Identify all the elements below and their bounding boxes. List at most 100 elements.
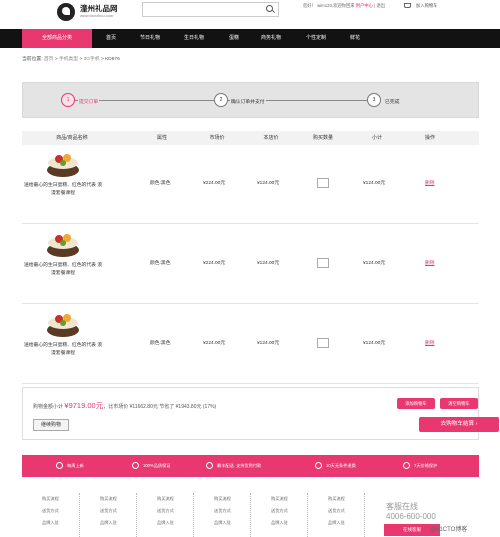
footer-link[interactable]: 送货方式 [157,505,193,517]
step-3-label: 已完成 [384,98,401,105]
cart-link[interactable]: 加入购物车 [404,3,437,9]
nav-item-home[interactable]: 首页 [100,29,122,48]
subtotal: ¥124.00元 [363,181,386,186]
col-attr: 属性 [156,135,167,141]
nav-item-birthday[interactable]: 生日礼物 [181,29,207,48]
footer-link[interactable]: 送货方式 [42,505,79,517]
footer-link[interactable]: 送货方式 [100,505,136,517]
search-icon[interactable] [266,5,273,12]
footer-link[interactable]: 购买流程 [157,493,193,505]
shop-price: ¥124.00元 [257,181,280,186]
product-attr: 颜色:黑色 [150,181,171,186]
footer-link[interactable]: 购买流程 [42,493,79,505]
product-name[interactable]: 送给最心的生日蛋糕、红色的代表 浪漫套餐课程 [22,182,104,198]
logo-icon [57,3,75,21]
continue-shopping-button[interactable]: 继续购物 [33,419,69,431]
add-to-cart-button[interactable]: 添加购物车 [397,398,435,409]
delete-link[interactable]: 删除 [425,259,435,266]
subtotal: ¥124.00元 [363,341,386,346]
service-item: 100%品质保证 [132,455,170,477]
logout-link[interactable]: 退出 [376,3,385,8]
breadcrumb-item[interactable]: 3G手机 [84,57,100,62]
nav-all-categories[interactable]: 全部商品分类 [22,29,92,48]
cart-summary: 购物金额小计 ¥9719.00元，比市场价 ¥11662.80元 节省了 ¥19… [22,387,499,440]
product-image[interactable] [46,149,80,179]
quantity-input[interactable] [317,178,329,188]
footer-link[interactable]: 品牌入驻 [214,517,250,529]
footer-column: 购买流程 送货方式 品牌入驻 [193,493,250,537]
cart-label: 加入购物车 [416,3,438,8]
footer-link[interactable]: 品牌入驻 [328,517,364,529]
quantity-input[interactable] [317,338,329,348]
service-label: 最丰配送, 支持货到付款 [217,463,262,468]
footer-column: 购买流程 送货方式 品牌入驻 [136,493,193,537]
shop-price: ¥124.00元 [257,261,280,266]
footer-link[interactable]: 送货方式 [328,505,364,517]
footer-column: 购买流程 送货方式 品牌入驻 [250,493,307,537]
watermark: @51CTO博客 [430,527,468,533]
nav-item-festival[interactable]: 节日礼物 [137,29,163,48]
footer-link[interactable]: 品牌入驻 [271,517,307,529]
delivery-icon [206,462,213,469]
footer-link[interactable]: 品牌入驻 [42,517,79,529]
footer-link[interactable]: 送货方式 [271,505,307,517]
footer-link[interactable]: 购买流程 [214,493,250,505]
footer-link[interactable]: 送货方式 [214,505,250,517]
col-subtotal: 小计 [371,135,382,141]
search-input[interactable] [142,2,279,17]
delete-link[interactable]: 删除 [425,339,435,346]
breadcrumb-item[interactable]: 手机类型 [59,57,78,62]
market-price: ¥224.00元 [203,181,226,186]
nav-item-cake[interactable]: 蛋糕 [225,29,243,48]
quality-icon [132,462,139,469]
checkout-label: 去购物车结算 [440,421,475,427]
footer-link[interactable]: 品牌入驻 [100,517,136,529]
order-steps: 1 提交订单 2 确认订单并支付 3 已完成 [22,82,479,118]
logo-subtitle: www.tianzhou.com [80,13,114,18]
cart-table-header: 商品/商品名称 属性 市场价 本店价 购买数量 小计 操作 [22,131,479,145]
market-price: ¥224.00元 [203,341,226,346]
service-title: 客服在线 [386,502,418,511]
delete-link[interactable]: 删除 [425,179,435,186]
summary-detail: ，比市场价 ¥11662.80元 节省了 ¥1943.80元 (17%) [103,404,217,410]
checkout-button[interactable]: 去购物车结算 › [419,417,499,432]
clear-cart-button[interactable]: 清空购物车 [440,398,478,409]
step-1-label: 提交订单 [78,98,100,105]
site-logo[interactable] [57,3,77,21]
footer-column: 购买流程 送货方式 品牌入驻 [79,493,136,537]
nav-item-business[interactable]: 商务礼物 [258,29,284,48]
service-label: 10天无条件退换 [326,463,356,468]
product-image[interactable] [46,229,80,259]
nav-item-custom[interactable]: 个性定制 [303,29,329,48]
service-label: 7天价格保护 [414,463,438,468]
breadcrumb-current: KD876 [105,57,120,62]
quantity-input[interactable] [317,258,329,268]
price-protect-icon [403,462,410,469]
chevron-right-icon: › [475,421,478,427]
product-image[interactable] [46,309,80,339]
table-row: 送给最心的生日蛋糕、红色的代表 浪漫套餐课程 颜色:黑色 ¥224.00元 ¥1… [22,305,479,384]
col-product: 商品/商品名称 [56,135,88,141]
product-name[interactable]: 送给最心的生日蛋糕、红色的代表 浪漫套餐课程 [22,262,104,278]
site-header: 潼州礼品网 www.tianzhou.com 您好！ wim123,欢迎你回来 … [0,0,500,28]
footer-link[interactable]: 购买流程 [100,493,136,505]
product-attr: 颜色:黑色 [150,341,171,346]
subtotal: ¥124.00元 [363,261,386,266]
user-center-link[interactable]: 用户中心 [356,3,373,8]
summary-text: 购物金额小计 ¥9719.00元，比市场价 ¥11662.80元 节省了 ¥19… [33,400,216,411]
breadcrumb-item[interactable]: 首页 [44,57,54,62]
main-nav: 全部商品分类 首页 节日礼物 生日礼物 蛋糕 商务礼物 个性定制 鲜花 [0,29,500,48]
footer-link[interactable]: 品牌入驻 [157,517,193,529]
col-price: 本店价 [263,135,279,141]
footer-link[interactable]: 购买流程 [271,493,307,505]
service-label: 100%品质保证 [143,463,171,468]
col-market: 市场价 [209,135,225,141]
footer-column: 购买流程 送货方式 品牌入驻 [307,493,364,537]
summary-label: 购物金额小计 [33,404,64,410]
nav-item-flowers[interactable]: 鲜花 [346,29,364,48]
market-price: ¥224.00元 [203,261,226,266]
footer-link[interactable]: 购买流程 [328,493,364,505]
product-name[interactable]: 送给最心的生日蛋糕、红色的代表 浪漫套餐课程 [22,342,104,358]
new-icon [56,462,63,469]
user-bar: 您好！ wim123,欢迎你回来 用户中心 | 退出 [303,3,386,8]
